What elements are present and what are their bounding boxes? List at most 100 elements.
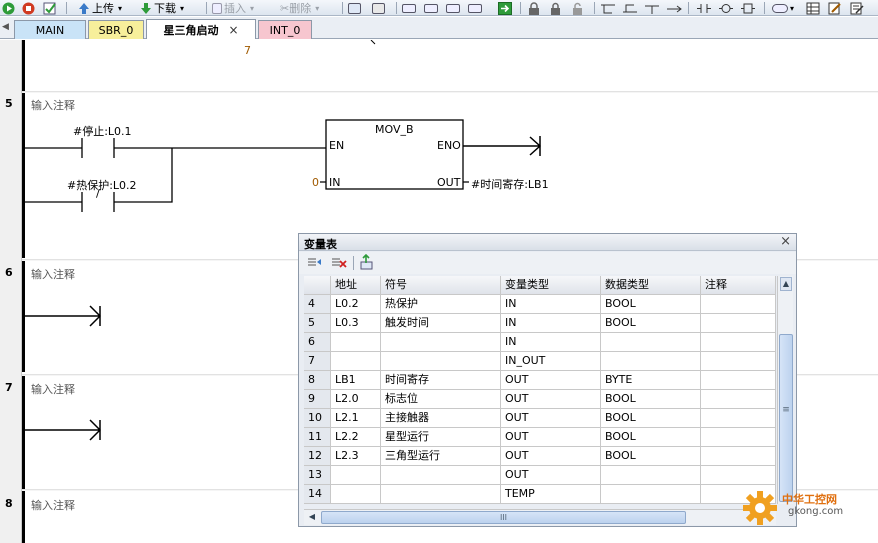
table-cell[interactable] (381, 333, 501, 352)
table-row[interactable]: 4 L0.2 热保护 IN BOOL (304, 295, 776, 314)
table-cell[interactable]: 主接触器 (381, 409, 501, 428)
lock-edit-icon[interactable] (550, 0, 564, 15)
close-icon[interactable]: × (228, 23, 238, 37)
horizontal-scroll-thumb[interactable]: III (321, 511, 686, 524)
table-row[interactable]: 14 TEMP (304, 485, 776, 504)
table-cell[interactable] (701, 428, 776, 447)
branch-up-icon[interactable] (622, 0, 638, 15)
table-cell[interactable]: L2.3 (331, 447, 381, 466)
page-icon[interactable] (424, 0, 438, 15)
column-header[interactable] (304, 276, 331, 295)
table-cell[interactable] (701, 371, 776, 390)
column-header[interactable]: 地址 (331, 276, 381, 295)
table-cell[interactable]: BOOL (601, 390, 701, 409)
block-out-operand[interactable]: #时间寄存:LB1 (471, 176, 549, 192)
table-cell[interactable]: BOOL (601, 428, 701, 447)
tab-main[interactable]: MAIN (14, 20, 86, 39)
vertical-scroll-thumb[interactable]: ≡ (779, 334, 793, 502)
table-cell[interactable] (701, 295, 776, 314)
branch-down-icon[interactable] (600, 0, 616, 15)
table-cell[interactable] (331, 466, 381, 485)
table-cell[interactable]: OUT (501, 371, 601, 390)
table-row[interactable]: 6 IN (304, 333, 776, 352)
box-icon[interactable] (402, 0, 416, 15)
delete-row-icon[interactable] (331, 255, 347, 270)
scroll-left-icon[interactable]: ◀ (305, 511, 319, 524)
table-cell[interactable] (601, 466, 701, 485)
column-header[interactable]: 注释 (701, 276, 776, 295)
column-header[interactable]: 数据类型 (601, 276, 701, 295)
table-cell[interactable]: 标志位 (381, 390, 501, 409)
scroll-up-icon[interactable]: ▲ (780, 277, 792, 291)
stop-icon[interactable] (22, 0, 35, 15)
close-icon[interactable]: × (780, 234, 791, 249)
table-row[interactable]: 7 IN_OUT (304, 352, 776, 371)
table-cell[interactable] (331, 333, 381, 352)
edit-doc-icon[interactable] (828, 0, 842, 15)
table-row[interactable]: 13 OUT (304, 466, 776, 485)
table-cell[interactable]: L2.1 (331, 409, 381, 428)
table-cell[interactable] (701, 409, 776, 428)
table-cell[interactable] (381, 352, 501, 371)
upload-button[interactable]: 上传 ▾ (78, 0, 122, 15)
contact-icon[interactable] (696, 0, 712, 15)
table-row[interactable]: 8 LB1 时间寄存 OUT BYTE (304, 371, 776, 390)
table-cell[interactable]: 时间寄存 (381, 371, 501, 390)
table-cell[interactable]: 热保护 (381, 295, 501, 314)
table-cell[interactable]: BOOL (601, 295, 701, 314)
table-cell[interactable] (381, 466, 501, 485)
table-row[interactable]: 9 L2.0 标志位 OUT BOOL (304, 390, 776, 409)
line-right-icon[interactable] (666, 0, 682, 15)
table-cell[interactable]: 三角型运行 (381, 447, 501, 466)
column-header[interactable]: 符号 (381, 276, 501, 295)
page-down-icon[interactable] (468, 0, 482, 15)
coil-icon[interactable] (718, 0, 734, 15)
table-cell[interactable]: L0.2 (331, 295, 381, 314)
table-row[interactable]: 12 L2.3 三角型运行 OUT BOOL (304, 447, 776, 466)
table-cell[interactable]: 触发时间 (381, 314, 501, 333)
table-row[interactable]: 10 L2.1 主接触器 OUT BOOL (304, 409, 776, 428)
insert-row-icon[interactable] (307, 255, 323, 270)
goto-icon[interactable] (498, 0, 512, 15)
table-cell[interactable]: L2.2 (331, 428, 381, 447)
column-header[interactable]: 变量类型 (501, 276, 601, 295)
table-cell[interactable] (601, 352, 701, 371)
table-cell[interactable]: IN_OUT (501, 352, 601, 371)
run-icon[interactable] (2, 0, 15, 15)
table-cell[interactable] (381, 485, 501, 504)
table-cell[interactable]: OUT (501, 447, 601, 466)
table-cell[interactable]: 星型运行 (381, 428, 501, 447)
properties-icon[interactable] (850, 0, 864, 15)
table-row[interactable]: 11 L2.2 星型运行 OUT BOOL (304, 428, 776, 447)
table-cell[interactable] (331, 352, 381, 371)
table-cell[interactable] (601, 333, 701, 352)
tab-int-0[interactable]: INT_0 (258, 20, 312, 39)
table-cell[interactable]: BOOL (601, 314, 701, 333)
variable-table-titlebar[interactable]: 变量表 × (299, 234, 796, 251)
table-cell[interactable]: OUT (501, 428, 601, 447)
table-cell[interactable]: OUT (501, 390, 601, 409)
table-row[interactable]: 5 L0.3 触发时间 IN BOOL (304, 314, 776, 333)
comment-dropdown-button[interactable]: ▾ (772, 0, 794, 15)
table-cell[interactable] (701, 333, 776, 352)
table-cell[interactable] (701, 466, 776, 485)
compile-icon[interactable] (43, 0, 57, 15)
table-cell[interactable]: IN (501, 295, 601, 314)
tab-sbr-0[interactable]: SBR_0 (88, 20, 144, 39)
horizontal-scrollbar[interactable]: ◀ III (304, 509, 776, 525)
table-cell[interactable]: TEMP (501, 485, 601, 504)
box-function-icon[interactable] (740, 0, 756, 15)
network-comment[interactable]: 输入注释 (31, 266, 75, 282)
table-cell[interactable]: L0.3 (331, 314, 381, 333)
network-icon[interactable] (348, 0, 361, 15)
table-cell[interactable] (701, 314, 776, 333)
table-cell[interactable]: BOOL (601, 447, 701, 466)
page-up-icon[interactable] (446, 0, 460, 15)
table-cell[interactable]: L2.0 (331, 390, 381, 409)
lock-icon[interactable] (528, 0, 540, 15)
delete-button[interactable]: ✂ 删除 ▾ (280, 0, 319, 16)
table-cell[interactable]: OUT (501, 409, 601, 428)
tab-scroll-left-icon[interactable]: ◀ (2, 22, 9, 32)
network-comment[interactable]: 输入注释 (31, 381, 75, 397)
block-in-value[interactable]: 0 (312, 176, 319, 189)
